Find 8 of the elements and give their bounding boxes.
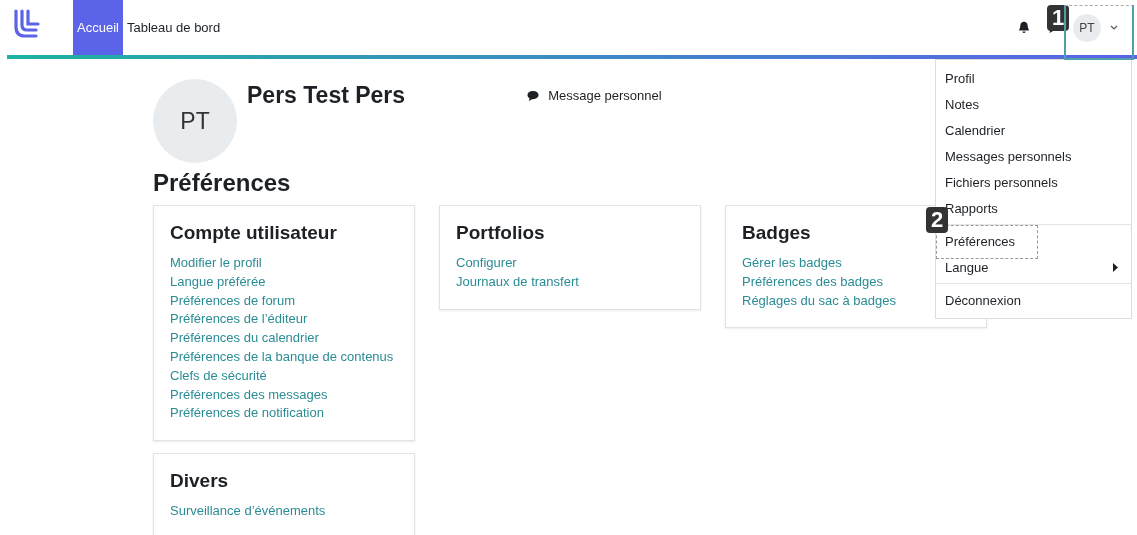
page-title: Préférences <box>153 169 291 197</box>
profile-name: Pers Test Pers <box>247 82 406 109</box>
card-title: Compte utilisateur <box>170 222 338 244</box>
card-title: Portfolios <box>456 222 546 244</box>
avatar: PT <box>1073 13 1101 42</box>
step-number-tooltip: 1 <box>1047 5 1069 31</box>
avatar: PT <box>153 79 237 163</box>
card-title: Divers <box>170 470 230 493</box>
